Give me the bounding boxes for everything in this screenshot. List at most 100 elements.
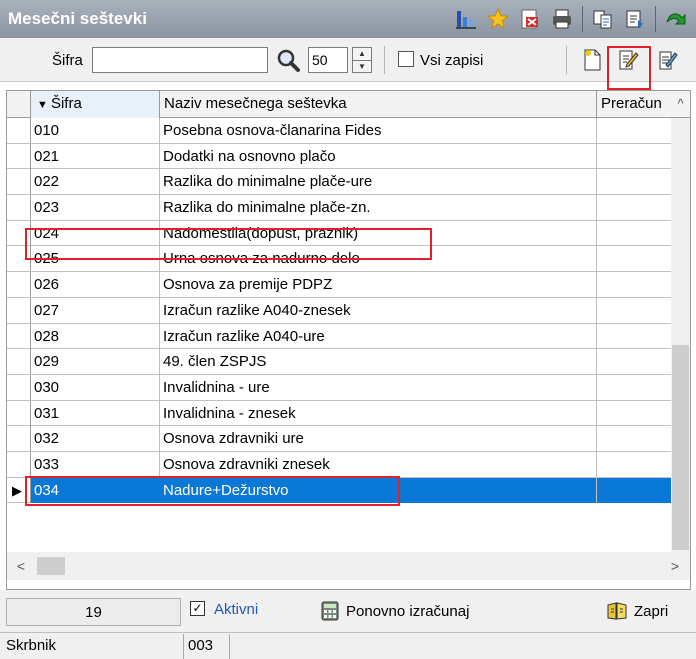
- titlebar-separator: [582, 6, 583, 32]
- toolbar-separator: [566, 46, 567, 74]
- vertical-scroll-thumb[interactable]: [672, 345, 689, 550]
- scroll-left-icon[interactable]: <: [11, 556, 31, 576]
- cell-recalc: [597, 324, 671, 349]
- status-code: 003: [184, 634, 230, 659]
- cell-recalc: [597, 452, 671, 477]
- cell-code: 030: [31, 374, 160, 400]
- cell-code: 022: [31, 169, 160, 195]
- close-book-icon: [607, 602, 627, 620]
- cell-code: 031: [31, 400, 160, 426]
- table-row[interactable]: 027 Izračun razlike A040-znesek: [7, 297, 671, 324]
- sifra-input[interactable]: [92, 47, 268, 73]
- cell-code: 032: [31, 426, 160, 452]
- scroll-right-icon[interactable]: >: [665, 556, 685, 576]
- row-count-input[interactable]: [308, 47, 348, 73]
- cell-code: 028: [31, 323, 160, 349]
- row-indicator: [7, 374, 31, 400]
- status-bar: Skrbnik 003: [0, 632, 696, 659]
- paste-record-icon[interactable]: [619, 4, 651, 34]
- cell-name: Invalidnina - ure: [160, 374, 597, 400]
- row-indicator: [7, 169, 31, 195]
- sifra-label: Šifra: [52, 52, 83, 69]
- cell-code: 026: [31, 272, 160, 298]
- cell-recalc: [597, 401, 671, 426]
- titlebar-toolbar: [450, 0, 696, 38]
- table-row[interactable]: 032 Osnova zdravniki ure: [7, 426, 671, 452]
- row-indicator: [7, 272, 31, 298]
- active-label[interactable]: Aktivni: [214, 601, 258, 618]
- table-row[interactable]: 029 49. člen ZSPJS: [7, 349, 671, 375]
- export-excel-icon[interactable]: [514, 4, 546, 34]
- row-indicator: [7, 323, 31, 349]
- row-indicator: [7, 349, 31, 375]
- cell-recalc: [597, 169, 671, 194]
- copy-record-icon[interactable]: [587, 4, 619, 34]
- cell-recalc: [597, 195, 671, 220]
- cell-recalc: [597, 375, 671, 400]
- table-row[interactable]: 022 Razlika do minimalne plače-ure: [7, 169, 671, 196]
- horizontal-scrollbar[interactable]: < >: [7, 552, 690, 580]
- record-count: 19: [6, 598, 181, 626]
- cell-code: 021: [31, 143, 160, 169]
- cell-recalc: [597, 298, 671, 323]
- row-indicator: [7, 195, 31, 221]
- close-label: Zapri: [634, 602, 669, 620]
- status-message: [230, 634, 696, 659]
- row-024-highlight: [25, 228, 432, 260]
- cell-code: 027: [31, 297, 160, 323]
- sort-desc-icon: ▼: [37, 99, 51, 111]
- table-row[interactable]: 031 Invalidnina - znesek: [7, 400, 671, 427]
- cell-name: Osnova zdravniki ure: [160, 426, 597, 452]
- exit-icon[interactable]: [660, 4, 692, 34]
- column-header-sifra[interactable]: ▼ Šifra: [31, 91, 160, 118]
- table-row[interactable]: 030 Invalidnina - ure: [7, 374, 671, 401]
- favorite-star-icon[interactable]: [482, 4, 514, 34]
- recalculate-label: Ponovno izračunaj: [346, 602, 470, 620]
- table-row[interactable]: 023 Razlika do minimalne plače-zn.: [7, 195, 671, 221]
- table-row[interactable]: 033 Osnova zdravniki znesek: [7, 451, 671, 478]
- table-row[interactable]: 028 Izračun razlike A040-ure: [7, 323, 671, 350]
- status-user: Skrbnik: [2, 634, 184, 659]
- table-row[interactable]: 026 Osnova za premije PDPZ: [7, 272, 671, 298]
- cell-name: Posebna osnova-članarina Fides: [160, 118, 597, 143]
- cell-recalc: [597, 118, 671, 143]
- cell-name: 49. člen ZSPJS: [160, 349, 597, 375]
- print-icon[interactable]: [546, 4, 578, 34]
- column-header-naziv[interactable]: Naziv mesečnega seštevka: [160, 91, 597, 118]
- grid-rows: 010 Posebna osnova-članarina Fides 021 Dod…: [7, 118, 671, 504]
- row-count-spinner[interactable]: ▲ ▼: [352, 47, 372, 73]
- spinner-up-icon[interactable]: ▲: [353, 48, 371, 60]
- cell-recalc: [597, 426, 671, 451]
- row-033-highlight: [25, 476, 400, 506]
- filter-toolbar: Šifra ▲ ▼ Vsi zapisi: [0, 38, 696, 90]
- column-header-preracun[interactable]: Preračun: [597, 91, 671, 118]
- cell-code: 029: [31, 349, 160, 375]
- row-indicator: [7, 143, 31, 169]
- row-indicator: [7, 426, 31, 452]
- vertical-scrollbar[interactable]: v: [671, 118, 690, 566]
- header-indicator: [7, 91, 31, 118]
- row-indicator: [7, 400, 31, 426]
- cell-recalc: [597, 477, 671, 503]
- horizontal-scroll-thumb[interactable]: [37, 557, 65, 575]
- chart-icon[interactable]: [450, 4, 482, 34]
- cell-code: 023: [31, 195, 160, 221]
- scroll-up-icon[interactable]: ^: [671, 91, 690, 118]
- table-row[interactable]: 021 Dodatki na osnovno plačo: [7, 143, 671, 170]
- edit-list-icon[interactable]: [654, 46, 682, 74]
- search-icon[interactable]: [275, 47, 301, 73]
- close-button[interactable]: Zapri: [606, 597, 668, 625]
- window-titlebar: Mesečni seštevki: [0, 0, 696, 38]
- recalculate-button[interactable]: Ponovno izračunaj: [320, 597, 469, 625]
- spinner-down-icon[interactable]: ▼: [353, 60, 371, 72]
- cell-name: Izračun razlike A040-ure: [160, 323, 597, 349]
- active-checkbox[interactable]: ✓: [190, 601, 205, 616]
- row-indicator: [7, 118, 31, 143]
- table-row[interactable]: 010 Posebna osnova-članarina Fides: [7, 118, 671, 144]
- row-indicator: [7, 451, 31, 477]
- new-record-icon[interactable]: [578, 46, 606, 74]
- data-grid: ▼ Šifra Naziv mesečnega seštevka Preraču…: [6, 90, 691, 590]
- cell-recalc: [597, 144, 671, 169]
- cell-name: Izračun razlike A040-znesek: [160, 297, 597, 323]
- all-records-checkbox[interactable]: [398, 51, 414, 67]
